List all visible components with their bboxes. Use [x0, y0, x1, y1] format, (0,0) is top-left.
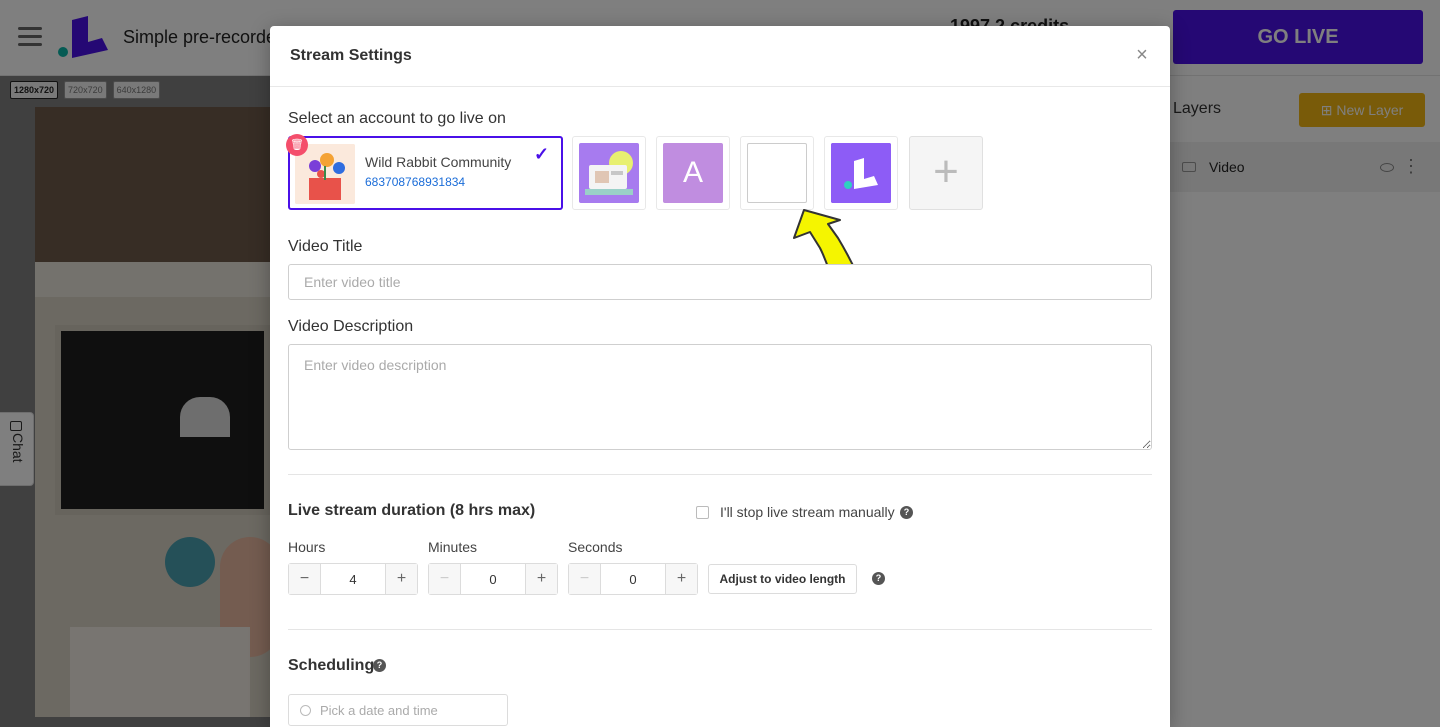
plus-icon[interactable]: + [525, 564, 557, 594]
video-title-input[interactable] [288, 264, 1152, 300]
video-description-label: Video Description [288, 318, 414, 335]
photo-thumbnail [579, 143, 639, 203]
trash-icon[interactable]: 🗑 [286, 134, 308, 156]
app-logo-icon [831, 143, 891, 203]
plus-icon[interactable]: + [909, 136, 983, 210]
video-description-input[interactable] [288, 344, 1152, 450]
broken-image-icon [747, 143, 807, 203]
date-time-picker[interactable]: Pick a date and time [288, 694, 508, 726]
help-icon[interactable]: ? [872, 572, 885, 585]
hours-stepper: − + [288, 563, 418, 595]
plus-icon[interactable]: + [665, 564, 697, 594]
account-id: 683708768931834 [365, 175, 466, 189]
divider [288, 474, 1152, 475]
account-card[interactable]: A [656, 136, 730, 210]
plus-icon[interactable]: + [385, 564, 417, 594]
account-card[interactable] [740, 136, 814, 210]
seconds-input[interactable] [601, 564, 665, 594]
duration-title: Live stream duration (8 hrs max) [288, 502, 536, 519]
scheduling-title: Scheduling [288, 657, 375, 674]
help-icon[interactable]: ? [373, 659, 386, 672]
account-name: Wild Rabbit Community [365, 154, 512, 170]
clock-icon [300, 705, 311, 716]
divider [288, 629, 1152, 630]
minus-icon[interactable]: − [289, 564, 321, 594]
hours-label: Hours [288, 539, 326, 555]
video-title-label: Video Title [288, 238, 363, 255]
hours-input[interactable] [321, 564, 385, 594]
account-card[interactable] [572, 136, 646, 210]
minus-icon[interactable]: − [569, 564, 601, 594]
account-card[interactable] [824, 136, 898, 210]
minutes-input[interactable] [461, 564, 525, 594]
seconds-stepper: − + [568, 563, 698, 595]
adjust-to-video-length-button[interactable]: Adjust to video length [708, 564, 857, 594]
account-letter-avatar: A [663, 143, 723, 203]
account-card-selected[interactable]: Wild Rabbit Community 683708768931834 ✓ … [286, 134, 563, 210]
minutes-stepper: − + [428, 563, 558, 595]
date-placeholder: Pick a date and time [320, 703, 438, 718]
stream-settings-modal: Stream Settings × Select an account to g… [270, 26, 1170, 727]
checkmark-icon: ✓ [534, 144, 550, 164]
help-icon[interactable]: ? [900, 506, 913, 519]
account-section-label: Select an account to go live on [288, 110, 506, 127]
minus-icon[interactable]: − [429, 564, 461, 594]
modal-title: Stream Settings [290, 47, 412, 64]
minutes-label: Minutes [428, 539, 478, 555]
close-icon[interactable]: × [1132, 45, 1152, 66]
manual-stop-label[interactable]: I'll stop live stream manually [720, 504, 895, 520]
manual-stop-checkbox[interactable] [696, 506, 709, 519]
modal-header: Stream Settings × [270, 26, 1170, 87]
seconds-label: Seconds [568, 539, 623, 555]
